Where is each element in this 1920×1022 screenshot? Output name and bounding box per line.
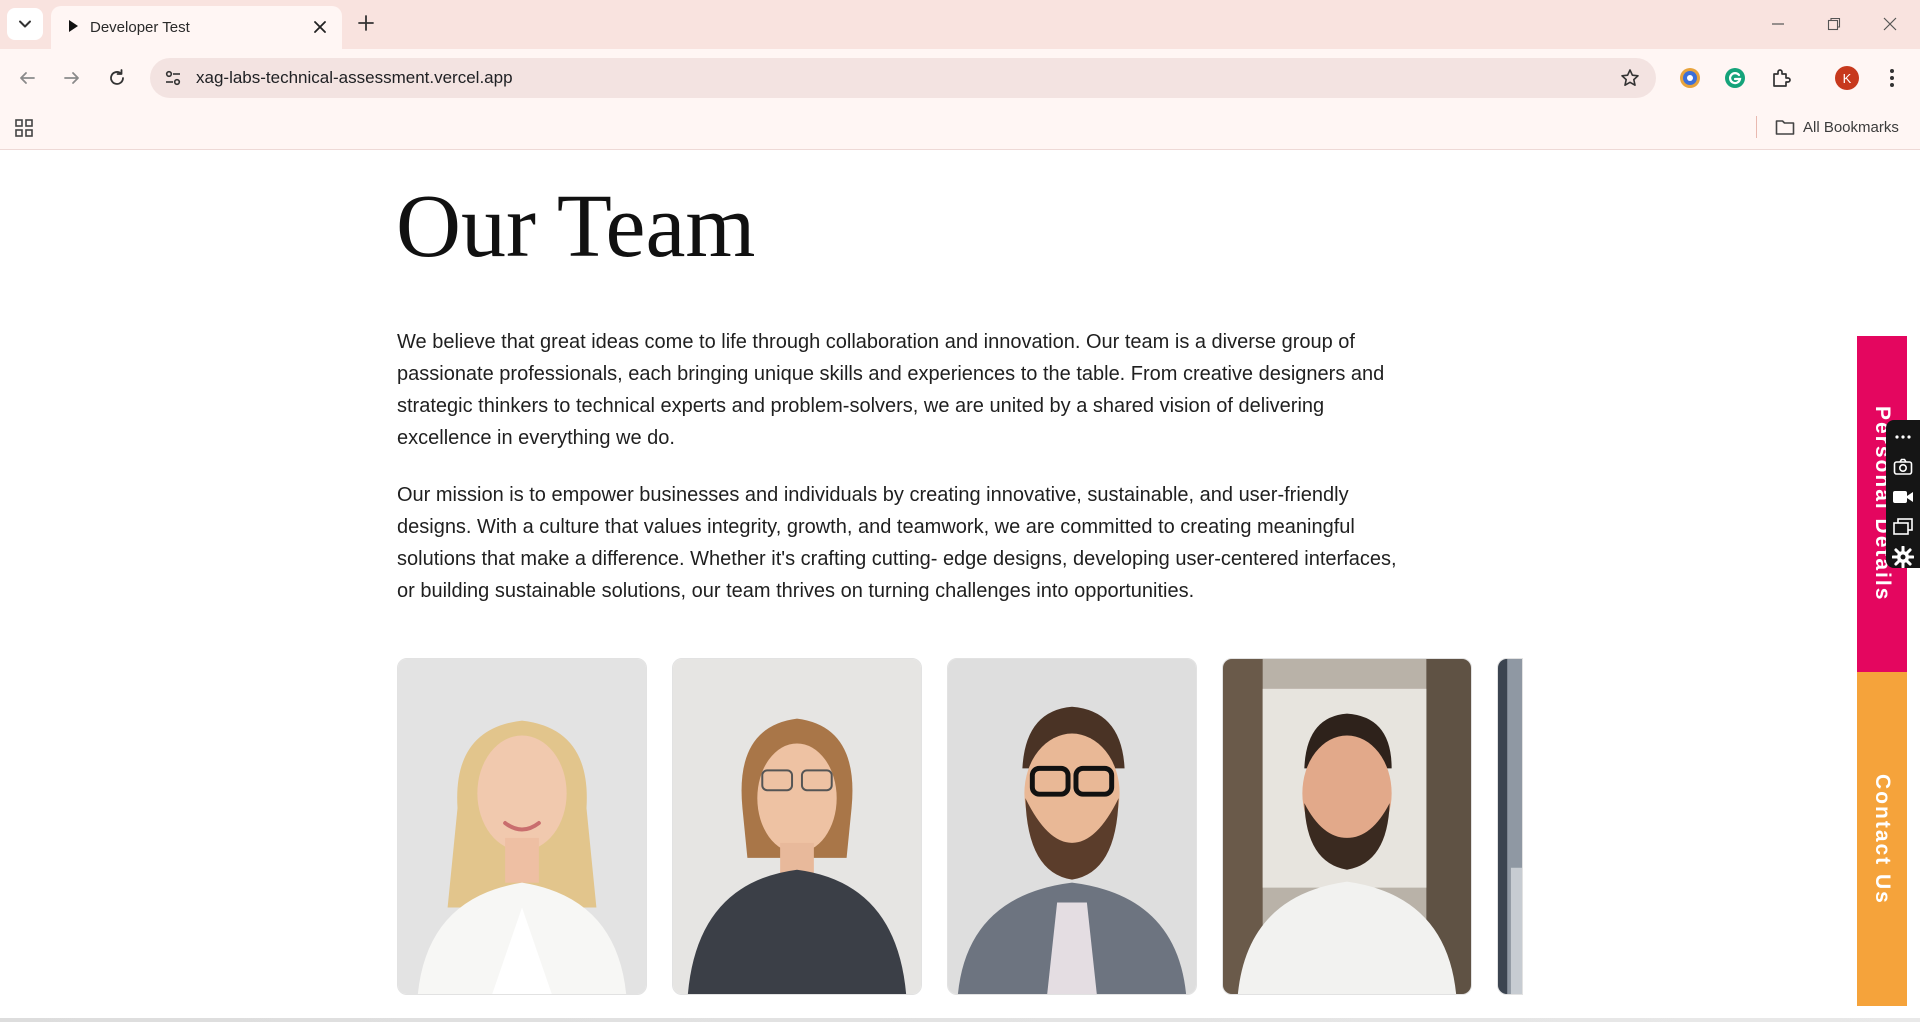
more-vertical-icon: [1890, 69, 1894, 87]
apps-button[interactable]: [12, 116, 36, 140]
mission-paragraph: Our mission is to empower businesses and…: [397, 484, 1397, 602]
close-tab-button[interactable]: [310, 17, 330, 37]
window-close-button[interactable]: [1870, 8, 1910, 40]
intro-paragraph: We believe that great ideas come to life…: [397, 331, 1385, 449]
contact-us-tab[interactable]: Contact Us: [1857, 672, 1907, 1006]
avatar-initial: K: [1842, 70, 1852, 86]
apps-grid-icon: [15, 119, 33, 137]
address-bar[interactable]: xag-labs-technical-assessment.vercel.app: [150, 58, 1656, 98]
bookmarks-bar: All Bookmarks: [0, 107, 1920, 150]
extension-chrome-icon-button[interactable]: [1675, 63, 1705, 93]
grammarly-icon: [1725, 68, 1745, 88]
gallery-button[interactable]: [1891, 516, 1915, 538]
browser-tab-active[interactable]: Developer Test: [51, 6, 342, 49]
portrait-bearded-man-image: [948, 659, 1196, 994]
browser-toolbar: xag-labs-technical-assessment.vercel.app…: [0, 49, 1920, 107]
record-video-button[interactable]: [1891, 486, 1915, 508]
all-bookmarks-label: All Bookmarks: [1803, 118, 1899, 136]
star-icon: [1621, 69, 1639, 86]
chevron-down-icon: [19, 20, 31, 28]
tune-icon: [165, 70, 181, 86]
play-favicon-icon: [69, 20, 78, 32]
puzzle-piece-icon: [1773, 69, 1791, 87]
profile-avatar-button[interactable]: K: [1832, 63, 1862, 93]
new-tab-button[interactable]: [354, 11, 378, 35]
camera-icon: [1893, 458, 1913, 475]
more-options-button[interactable]: [1891, 426, 1915, 448]
color-extension-icon: [1680, 68, 1700, 88]
minimize-icon: [1772, 23, 1784, 25]
back-button[interactable]: [11, 62, 43, 94]
tab-title: Developer Test: [90, 19, 190, 36]
arrow-right-icon: [64, 72, 79, 84]
team-member-photo[interactable]: [947, 658, 1197, 995]
capture-tools-panel: [1886, 420, 1920, 568]
screenshot-button[interactable]: [1891, 456, 1915, 478]
site-info-button[interactable]: [160, 65, 186, 91]
folder-icon: [1775, 120, 1795, 135]
forward-button[interactable]: [56, 62, 88, 94]
contact-us-label: Contact Us: [1871, 773, 1894, 905]
portrait-woman-image: [398, 659, 646, 994]
avatar: K: [1835, 66, 1859, 90]
more-horizontal-icon: [1895, 435, 1911, 439]
page-title: Our Team: [396, 177, 756, 276]
close-icon: [1883, 17, 1897, 31]
restore-icon: [1827, 17, 1841, 31]
settings-button[interactable]: [1891, 546, 1915, 568]
all-bookmarks-button[interactable]: All Bookmarks: [1775, 114, 1899, 140]
url-text: xag-labs-technical-assessment.vercel.app: [196, 68, 513, 87]
stacked-windows-icon: [1893, 518, 1913, 535]
team-member-photo-partial[interactable]: [1497, 658, 1523, 995]
bookmarks-divider: [1756, 116, 1757, 138]
team-member-photo[interactable]: [672, 658, 922, 995]
restore-button[interactable]: [1814, 8, 1854, 40]
tab-strip: Developer Test: [0, 0, 1920, 49]
video-camera-icon: [1893, 491, 1913, 503]
tab-search-button[interactable]: [7, 8, 43, 40]
reload-button[interactable]: [101, 62, 133, 94]
portrait-partial-image: [1498, 659, 1522, 994]
bookmark-star-button[interactable]: [1618, 66, 1642, 90]
gear-icon: [1892, 546, 1914, 568]
page-content: Our Team We believe that great ideas com…: [0, 150, 1920, 1022]
reload-icon: [110, 69, 124, 85]
page-bottom-border: [0, 1018, 1920, 1022]
close-icon: [314, 21, 326, 33]
grammarly-extension-button[interactable]: [1720, 63, 1750, 93]
extensions-button[interactable]: [1766, 63, 1796, 93]
portrait-young-man-image: [673, 659, 921, 994]
arrow-left-icon: [20, 72, 35, 84]
team-member-photo[interactable]: [1222, 658, 1472, 995]
team-member-photo[interactable]: [397, 658, 647, 995]
plus-icon: [358, 15, 374, 31]
minimize-button[interactable]: [1758, 8, 1798, 40]
portrait-man-white-shirt-image: [1223, 659, 1471, 994]
browser-menu-button[interactable]: [1877, 63, 1907, 93]
